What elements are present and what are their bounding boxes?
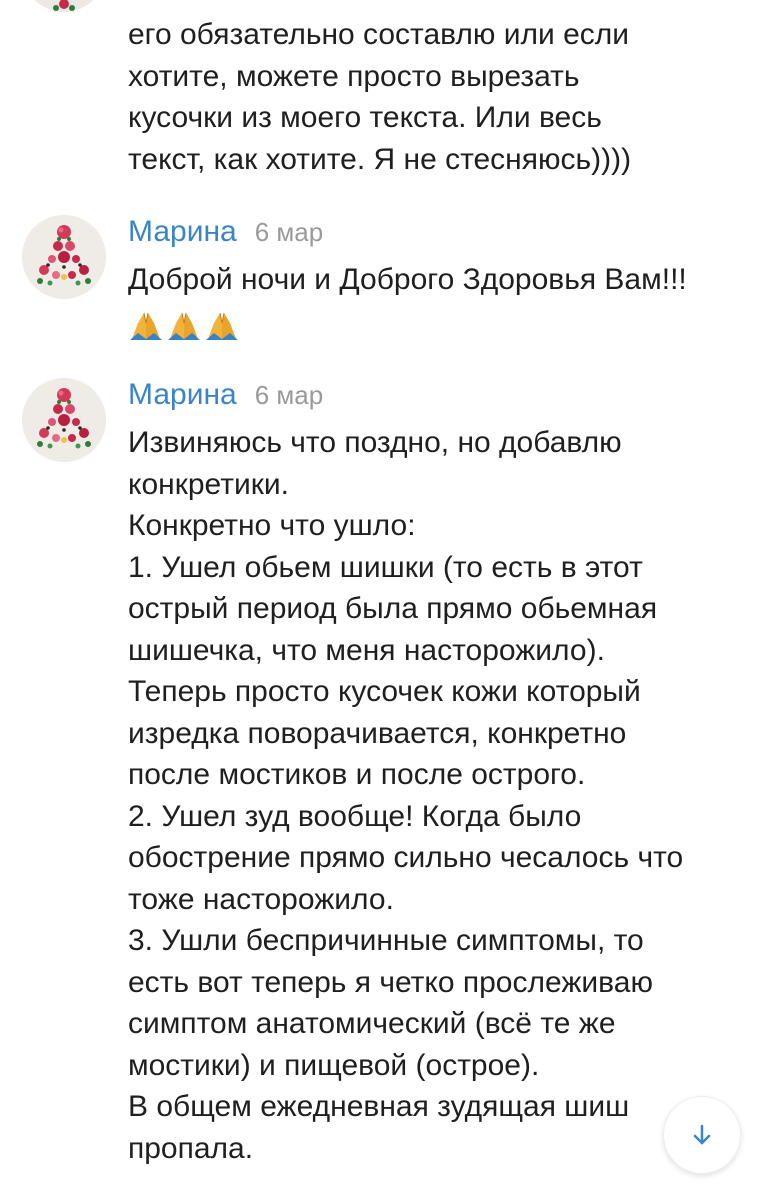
text-line: после мостиков и после острого. <box>128 758 586 791</box>
text-line: Извиняюсь что поздно, но добавлю <box>128 426 622 459</box>
text-line: кусочки из моего текста. Или весь <box>128 101 602 134</box>
emoji-row <box>128 309 740 341</box>
text-line: шишечка, что меня насторожило). <box>128 633 605 667</box>
text-line: 3. Ушли беспричинные симптомы, то <box>128 924 644 957</box>
comments-feed[interactable]: его обязательно составлю или если хотите… <box>0 0 764 1200</box>
avatar[interactable] <box>22 215 106 299</box>
text-line: симптом анатомический (всё те же <box>128 1007 616 1040</box>
folded-hands-icon <box>206 312 238 340</box>
text-line: 2. Ушел зуд вообще! Когда было <box>128 799 582 833</box>
text-line: конкретики. <box>128 467 289 501</box>
previous-comment-text: его обязательно составлю или если хотите… <box>128 14 728 180</box>
comment-meta: Марина 6 мар <box>128 215 323 259</box>
avatar[interactable] <box>22 0 106 12</box>
text-line: обострение прямо сильно чесалось что <box>128 841 684 874</box>
comment-text: Доброй ночи и Доброго Здоровья Вам!!! <box>128 259 740 341</box>
author-name[interactable]: Марина <box>128 215 237 249</box>
text-line: острый период была прямо обьемная <box>128 592 658 625</box>
avatar-image <box>22 378 106 462</box>
text-line: есть вот теперь я четко прослеживаю <box>128 965 653 999</box>
text-line: хотите, можете просто вырезать <box>128 59 580 93</box>
author-name[interactable]: Марина <box>128 378 237 412</box>
text-line: В общем ежедневная зудящая шиш <box>128 1090 630 1123</box>
text-line: его обязательно составлю или если <box>128 18 630 51</box>
text-line: мостики) и пищевой (острое). <box>128 1048 540 1082</box>
comment-date: 6 мар <box>254 380 324 410</box>
text-line: Конкретно что ушло: <box>128 509 416 542</box>
comment-date: 6 мар <box>254 217 324 247</box>
folded-hands-icon <box>168 312 200 340</box>
comment-meta: Марина 6 мар <box>128 378 323 422</box>
folded-hands-icon <box>130 312 162 340</box>
scroll-down-button[interactable] <box>663 1096 741 1174</box>
avatar[interactable] <box>22 378 106 462</box>
text-line: текст, как хотите. Я не стесняюсь)))) <box>128 142 632 176</box>
text-line: тоже насторожило. <box>128 882 394 916</box>
comment-text: Извиняюсь что поздно, но добавлю конкрет… <box>128 422 740 1169</box>
arrow-down-icon <box>693 1124 711 1145</box>
text-line: Доброй ночи и Доброго Здоровья Вам!!! <box>128 263 687 296</box>
text-line: Теперь просто кусочек кожи который <box>128 675 641 708</box>
text-line: 1. Ушел обьем шишки (то есть в этот <box>128 550 643 584</box>
text-line: пропала. <box>128 1131 254 1165</box>
text-line: изредка поворачивается, конкретно <box>128 716 627 750</box>
avatar-image <box>22 215 106 299</box>
